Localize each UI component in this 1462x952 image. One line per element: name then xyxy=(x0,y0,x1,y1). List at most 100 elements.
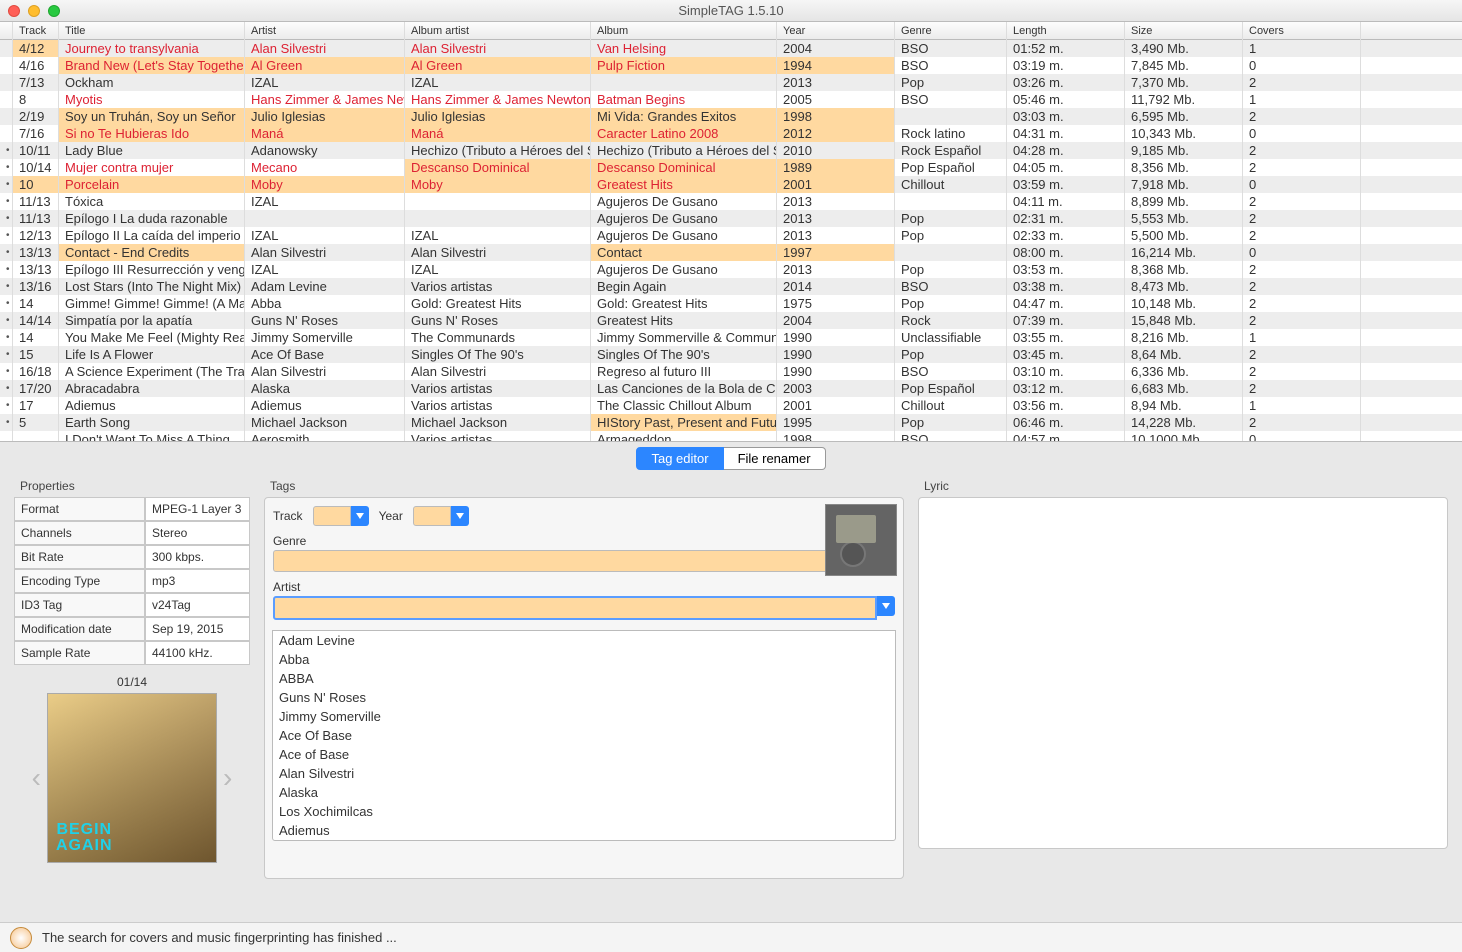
cell: HIStory Past, Present and Future xyxy=(591,414,777,431)
col-album-artist[interactable]: Album artist xyxy=(405,22,591,40)
dropdown-option[interactable]: Jimmy Somerville xyxy=(273,707,895,726)
col-track[interactable]: Track xyxy=(13,22,59,40)
table-row[interactable]: •10/11Lady BlueAdanowskyHechizo (Tributo… xyxy=(0,142,1462,159)
table-row[interactable]: •10/14Mujer contra mujerMecanoDescanso D… xyxy=(0,159,1462,176)
artist-input[interactable] xyxy=(273,596,877,620)
table-row[interactable]: •14You Make Me Feel (Mighty Real)Jimmy S… xyxy=(0,329,1462,346)
table-row[interactable]: •10PorcelainMobyMobyGreatest Hits2001Chi… xyxy=(0,176,1462,193)
dropdown-option[interactable]: ABBA xyxy=(273,669,895,688)
col-length[interactable]: Length xyxy=(1007,22,1125,40)
table-row[interactable]: •13/13Contact - End CreditsAlan Silvestr… xyxy=(0,244,1462,261)
cell: 1995 xyxy=(777,414,895,431)
table-row[interactable]: 8MyotisHans Zimmer & James NewHans Zimme… xyxy=(0,91,1462,108)
cell: Descanso Dominical xyxy=(591,159,777,176)
cell: 2 xyxy=(1243,108,1361,125)
table-row[interactable]: 2/19Soy un Truhán, Soy un SeñorJulio Igl… xyxy=(0,108,1462,125)
cell: Adam Levine xyxy=(245,278,405,295)
dropdown-option[interactable]: Abba xyxy=(273,650,895,669)
cell: 04:31 m. xyxy=(1007,125,1125,142)
cell: Porcelain xyxy=(59,176,245,193)
track-input[interactable] xyxy=(313,506,351,526)
dropdown-option[interactable]: Alaska xyxy=(273,783,895,802)
table-row[interactable]: •14Gimme! Gimme! Gimme! (A ManAbbaGold: … xyxy=(0,295,1462,312)
table-row[interactable]: •11/13Epílogo I La duda razonableAgujero… xyxy=(0,210,1462,227)
col-genre[interactable]: Genre xyxy=(895,22,1007,40)
table-row[interactable]: •16/18A Science Experiment (The TraiAlan… xyxy=(0,363,1462,380)
cell xyxy=(895,193,1007,210)
property-value: MPEG-1 Layer 3 xyxy=(145,497,250,521)
tab-file-renamer[interactable]: File renamer xyxy=(724,447,826,470)
cell: 03:03 m. xyxy=(1007,108,1125,125)
dropdown-option[interactable]: Ace of Base xyxy=(273,745,895,764)
col-album[interactable]: Album xyxy=(591,22,777,40)
status-bar: The search for covers and music fingerpr… xyxy=(0,922,1462,952)
dropdown-option[interactable]: Adiemus xyxy=(273,821,895,840)
cell: 2014 xyxy=(777,278,895,295)
dropdown-option[interactable]: Adam Levine xyxy=(273,631,895,650)
cell: Myotis xyxy=(59,91,245,108)
tab-tag-editor[interactable]: Tag editor xyxy=(636,447,723,470)
artist-dropdown-list[interactable]: Adam LevineAbbaABBAGuns N' RosesJimmy So… xyxy=(272,630,896,841)
artist-field-label: Artist xyxy=(273,580,901,594)
cell: Agujeros De Gusano xyxy=(591,210,777,227)
cell: Brand New (Let's Stay Together) xyxy=(59,57,245,74)
table-header[interactable]: Track Title Artist Album artist Album Ye… xyxy=(0,22,1462,40)
table-row[interactable]: •13/13Epílogo III Resurrección y vengaIZ… xyxy=(0,261,1462,278)
cell: Al Green xyxy=(405,57,591,74)
table-row[interactable]: •11/13TóxicaIZALAgujeros De Gusano201304… xyxy=(0,193,1462,210)
col-artist[interactable]: Artist xyxy=(245,22,405,40)
table-row[interactable]: 7/13OckhamIZALIZAL2013Pop03:26 m.7,370 M… xyxy=(0,74,1462,91)
album-thumbnail[interactable] xyxy=(825,504,897,576)
artist-dropdown-icon[interactable] xyxy=(877,596,895,616)
col-title[interactable]: Title xyxy=(59,22,245,40)
cell: 6,336 Mb. xyxy=(1125,363,1243,380)
cell: 08:00 m. xyxy=(1007,244,1125,261)
table-row[interactable]: 7/16Si no Te Hubieras IdoManáManáCaracte… xyxy=(0,125,1462,142)
cell: BSO xyxy=(895,278,1007,295)
table-row[interactable]: •13/16Lost Stars (Into The Night Mix)Ada… xyxy=(0,278,1462,295)
dropdown-option[interactable]: Guns N' Roses xyxy=(273,688,895,707)
cover-prev-icon[interactable]: ‹ xyxy=(32,762,41,794)
cell: Gimme! Gimme! Gimme! (A Man xyxy=(59,295,245,312)
table-row[interactable]: •17/20AbracadabraAlaskaVarios artistasLa… xyxy=(0,380,1462,397)
col-year[interactable]: Year xyxy=(777,22,895,40)
cover-art[interactable]: BEGINAGAIN xyxy=(47,693,217,863)
table-row[interactable]: I Don't Want To Miss A ThingAerosmithVar… xyxy=(0,431,1462,442)
col-marker[interactable] xyxy=(0,22,13,40)
cell: Epílogo I La duda razonable xyxy=(59,210,245,227)
table-row[interactable]: 4/12Journey to transylvaniaAlan Silvestr… xyxy=(0,40,1462,57)
cell: Chillout xyxy=(895,397,1007,414)
cell: The Communards xyxy=(405,329,591,346)
year-input[interactable] xyxy=(413,506,451,526)
cell: Soy un Truhán, Soy un Señor xyxy=(59,108,245,125)
year-dropdown-icon[interactable] xyxy=(451,506,469,526)
cell: Regreso al futuro III xyxy=(591,363,777,380)
table-row[interactable]: •12/13Epílogo II La caída del imperioIZA… xyxy=(0,227,1462,244)
dropdown-option[interactable]: Alan Silvestri xyxy=(273,764,895,783)
cell: Alan Silvestri xyxy=(405,244,591,261)
cell: 7/13 xyxy=(13,74,59,91)
cell: Adiemus xyxy=(59,397,245,414)
cell: IZAL xyxy=(405,227,591,244)
col-covers[interactable]: Covers xyxy=(1243,22,1361,40)
table-row[interactable]: •17AdiemusAdiemusVarios artistasThe Clas… xyxy=(0,397,1462,414)
table-row[interactable]: 4/16Brand New (Let's Stay Together)Al Gr… xyxy=(0,57,1462,74)
cell: 10,343 Mb. xyxy=(1125,125,1243,142)
cell: Pop xyxy=(895,227,1007,244)
col-size[interactable]: Size xyxy=(1125,22,1243,40)
genre-input[interactable] xyxy=(273,550,877,572)
table-row[interactable]: •5Earth SongMichael JacksonMichael Jacks… xyxy=(0,414,1462,431)
track-dropdown-icon[interactable] xyxy=(351,506,369,526)
lyric-textarea[interactable] xyxy=(918,497,1448,849)
table-row[interactable]: •14/14Simpatía por la apatíaGuns N' Rose… xyxy=(0,312,1462,329)
table-row[interactable]: •15Life Is A FlowerAce Of BaseSingles Of… xyxy=(0,346,1462,363)
cell: You Make Me Feel (Mighty Real) xyxy=(59,329,245,346)
cell: Pop Español xyxy=(895,380,1007,397)
dropdown-option[interactable]: Ace Of Base xyxy=(273,726,895,745)
cell: 16/18 xyxy=(13,363,59,380)
cell: Al Green xyxy=(245,57,405,74)
cover-next-icon[interactable]: › xyxy=(223,762,232,794)
dropdown-option[interactable]: Los Xochimilcas xyxy=(273,802,895,821)
cell: 02:33 m. xyxy=(1007,227,1125,244)
window-titlebar: SimpleTAG 1.5.10 xyxy=(0,0,1462,22)
